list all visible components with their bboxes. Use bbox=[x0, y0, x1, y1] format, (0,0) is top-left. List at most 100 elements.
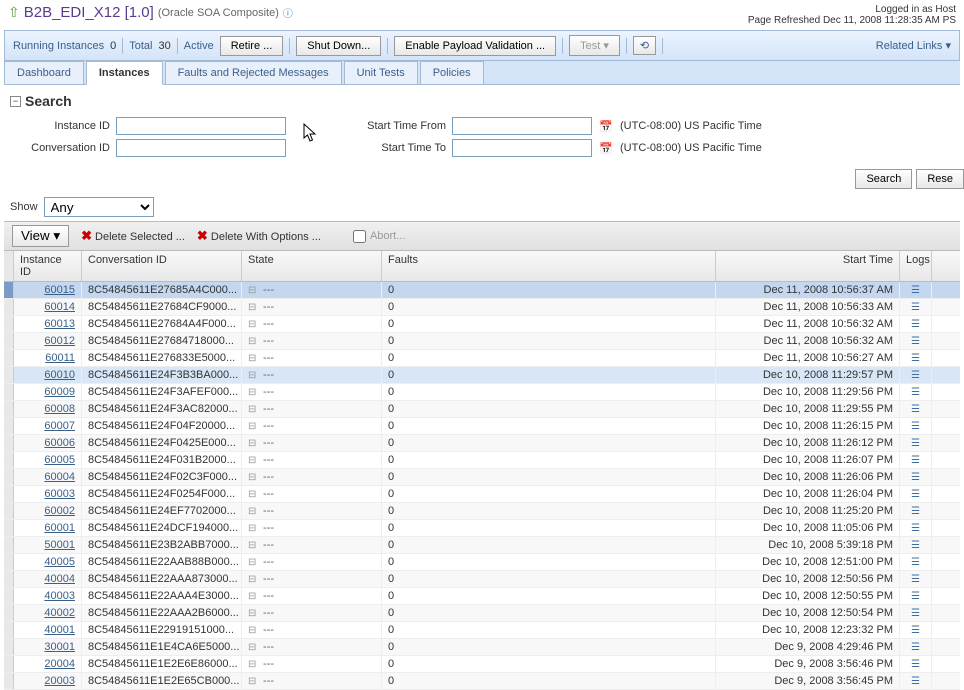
instance-id-link[interactable]: 60013 bbox=[14, 316, 82, 332]
logs-cell[interactable]: ☰ bbox=[900, 605, 932, 621]
info-icon[interactable]: ⓘ bbox=[283, 5, 293, 20]
logs-cell[interactable]: ☰ bbox=[900, 299, 932, 315]
collapse-icon[interactable]: − bbox=[10, 96, 21, 107]
instance-id-link[interactable]: 60006 bbox=[14, 435, 82, 451]
table-row[interactable]: 400058C54845611E22AAB88B000...⊟ ---0Dec … bbox=[4, 554, 960, 571]
instance-id-link[interactable]: 40005 bbox=[14, 554, 82, 570]
view-dropdown[interactable]: View ▾ bbox=[12, 225, 69, 247]
table-row[interactable]: 600158C54845611E27685A4C000...⊟ ---0Dec … bbox=[4, 282, 960, 299]
table-row[interactable]: 600068C54845611E24F0425E000...⊟ ---0Dec … bbox=[4, 435, 960, 452]
table-row[interactable]: 600108C54845611E24F3B3BA000...⊟ ---0Dec … bbox=[4, 367, 960, 384]
logs-cell[interactable]: ☰ bbox=[900, 571, 932, 587]
instance-id-link[interactable]: 40001 bbox=[14, 622, 82, 638]
instance-id-link[interactable]: 40004 bbox=[14, 571, 82, 587]
table-row[interactable]: 600138C54845611E27684A4F000...⊟ ---0Dec … bbox=[4, 316, 960, 333]
start-to-input[interactable] bbox=[452, 139, 592, 157]
instance-id-link[interactable]: 60001 bbox=[14, 520, 82, 536]
table-row[interactable]: 600148C54845611E27684CF9000...⊟ ---0Dec … bbox=[4, 299, 960, 316]
col-instance-id[interactable]: Instance ID bbox=[14, 251, 82, 281]
instance-id-link[interactable]: 60010 bbox=[14, 367, 82, 383]
instance-id-link[interactable]: 60014 bbox=[14, 299, 82, 315]
table-row[interactable]: 300018C54845611E1E4CA6E5000...⊟ ---0Dec … bbox=[4, 639, 960, 656]
logs-cell[interactable]: ☰ bbox=[900, 537, 932, 553]
instance-id-link[interactable]: 40002 bbox=[14, 605, 82, 621]
instance-id-link[interactable]: 30001 bbox=[14, 639, 82, 655]
table-row[interactable]: 600028C54845611E24EF7702000...⊟ ---0Dec … bbox=[4, 503, 960, 520]
instance-id-link[interactable]: 60008 bbox=[14, 401, 82, 417]
table-row[interactable]: 400038C54845611E22AAA4E3000...⊟ ---0Dec … bbox=[4, 588, 960, 605]
instance-id-link[interactable]: 60004 bbox=[14, 469, 82, 485]
logs-cell[interactable]: ☰ bbox=[900, 486, 932, 502]
calendar-icon[interactable]: 📅 bbox=[598, 118, 614, 134]
tab-dashboard[interactable]: Dashboard bbox=[4, 61, 84, 84]
logs-cell[interactable]: ☰ bbox=[900, 520, 932, 536]
search-button[interactable]: Search bbox=[855, 169, 912, 189]
logs-cell[interactable]: ☰ bbox=[900, 384, 932, 400]
instance-id-link[interactable]: 60005 bbox=[14, 452, 82, 468]
abort-checkbox[interactable] bbox=[353, 230, 366, 243]
tab-policies[interactable]: Policies bbox=[420, 61, 484, 84]
logs-cell[interactable]: ☰ bbox=[900, 350, 932, 366]
table-row[interactable]: 600078C54845611E24F04F20000...⊟ ---0Dec … bbox=[4, 418, 960, 435]
logs-cell[interactable]: ☰ bbox=[900, 418, 932, 434]
logs-cell[interactable]: ☰ bbox=[900, 452, 932, 468]
logs-cell[interactable]: ☰ bbox=[900, 401, 932, 417]
col-start-time[interactable]: Start Time bbox=[716, 251, 900, 281]
instance-id-link[interactable]: 40003 bbox=[14, 588, 82, 604]
delete-selected-action[interactable]: ✖ Delete Selected ... bbox=[81, 228, 185, 244]
instance-id-link[interactable]: 60002 bbox=[14, 503, 82, 519]
logs-cell[interactable]: ☰ bbox=[900, 588, 932, 604]
logs-cell[interactable]: ☰ bbox=[900, 639, 932, 655]
logs-cell[interactable]: ☰ bbox=[900, 656, 932, 672]
related-links-dropdown[interactable]: Related Links ▾ bbox=[876, 39, 951, 52]
reset-button[interactable]: Rese bbox=[916, 169, 964, 189]
instance-id-link[interactable]: 60007 bbox=[14, 418, 82, 434]
tab-instances[interactable]: Instances bbox=[86, 61, 163, 85]
logs-cell[interactable]: ☰ bbox=[900, 316, 932, 332]
col-state[interactable]: State bbox=[242, 251, 382, 281]
table-row[interactable]: 400028C54845611E22AAA2B6000...⊟ ---0Dec … bbox=[4, 605, 960, 622]
instance-id-link[interactable]: 50001 bbox=[14, 537, 82, 553]
logs-cell[interactable]: ☰ bbox=[900, 435, 932, 451]
abort-action[interactable]: Abort... bbox=[353, 230, 405, 243]
logs-cell[interactable]: ☰ bbox=[900, 469, 932, 485]
table-row[interactable]: 600038C54845611E24F0254F000...⊟ ---0Dec … bbox=[4, 486, 960, 503]
show-select[interactable]: Any bbox=[44, 197, 154, 217]
table-row[interactable]: 400018C54845611E22919151000...⊟ ---0Dec … bbox=[4, 622, 960, 639]
instance-id-link[interactable]: 60011 bbox=[14, 350, 82, 366]
instance-id-link[interactable]: 60015 bbox=[14, 282, 82, 298]
logs-cell[interactable]: ☰ bbox=[900, 282, 932, 298]
tab-unit-tests[interactable]: Unit Tests bbox=[344, 61, 418, 84]
table-row[interactable]: 600118C54845611E276833E5000...⊟ ---0Dec … bbox=[4, 350, 960, 367]
table-row[interactable]: 200048C54845611E1E2E6E86000...⊟ ---0Dec … bbox=[4, 656, 960, 673]
table-row[interactable]: 600018C54845611E24DCF194000...⊟ ---0Dec … bbox=[4, 520, 960, 537]
refresh-icon-button[interactable]: ⟲ bbox=[633, 36, 656, 55]
col-faults[interactable]: Faults bbox=[382, 251, 716, 281]
start-from-input[interactable] bbox=[452, 117, 592, 135]
table-row[interactable]: 500018C54845611E23B2ABB7000...⊟ ---0Dec … bbox=[4, 537, 960, 554]
table-row[interactable]: 600058C54845611E24F031B2000...⊟ ---0Dec … bbox=[4, 452, 960, 469]
logs-cell[interactable]: ☰ bbox=[900, 673, 932, 689]
instance-id-input[interactable] bbox=[116, 117, 286, 135]
up-arrow-icon[interactable]: ⇧ bbox=[8, 4, 20, 21]
table-row[interactable]: 600098C54845611E24F3AFEF000...⊟ ---0Dec … bbox=[4, 384, 960, 401]
retire-button[interactable]: Retire ... bbox=[220, 36, 284, 56]
calendar-icon[interactable]: 📅 bbox=[598, 140, 614, 156]
col-conversation-id[interactable]: Conversation ID bbox=[82, 251, 242, 281]
logs-cell[interactable]: ☰ bbox=[900, 503, 932, 519]
shutdown-button[interactable]: Shut Down... bbox=[296, 36, 381, 56]
logs-cell[interactable]: ☰ bbox=[900, 554, 932, 570]
tab-faults[interactable]: Faults and Rejected Messages bbox=[165, 61, 342, 84]
instance-id-link[interactable]: 60009 bbox=[14, 384, 82, 400]
col-logs[interactable]: Logs bbox=[900, 251, 932, 281]
table-row[interactable]: 400048C54845611E22AAA873000...⊟ ---0Dec … bbox=[4, 571, 960, 588]
table-row[interactable]: 600048C54845611E24F02C3F000...⊟ ---0Dec … bbox=[4, 469, 960, 486]
instance-id-link[interactable]: 20003 bbox=[14, 673, 82, 689]
delete-with-options-action[interactable]: ✖ Delete With Options ... bbox=[197, 228, 321, 244]
logs-cell[interactable]: ☰ bbox=[900, 622, 932, 638]
instance-id-link[interactable]: 20004 bbox=[14, 656, 82, 672]
table-row[interactable]: 200038C54845611E1E2E65CB000...⊟ ---0Dec … bbox=[4, 673, 960, 690]
table-row[interactable]: 600088C54845611E24F3AC82000...⊟ ---0Dec … bbox=[4, 401, 960, 418]
test-button[interactable]: Test ▾ bbox=[569, 35, 620, 56]
instance-id-link[interactable]: 60012 bbox=[14, 333, 82, 349]
